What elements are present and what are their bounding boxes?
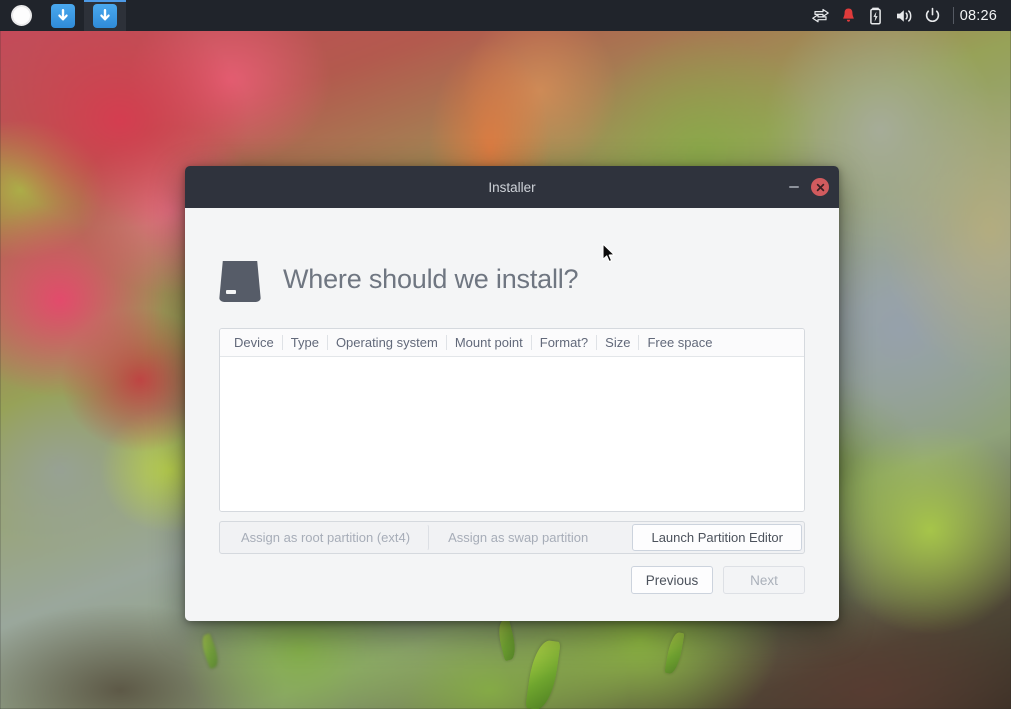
navigation-buttons: Previous Next — [631, 566, 805, 594]
window-titlebar[interactable]: Installer — [185, 166, 839, 208]
partition-table[interactable]: Device Type Operating system Mount point… — [219, 328, 805, 512]
partition-toolbar: Assign as root partition (ext4) Assign a… — [219, 521, 805, 554]
panel-launcher-area — [0, 0, 126, 31]
next-button[interactable]: Next — [723, 566, 805, 594]
minimize-button[interactable] — [787, 180, 801, 194]
page-header: Where should we install? — [219, 208, 805, 328]
hard-drive-icon — [219, 257, 261, 302]
installer-window: Installer Where should we install? Devic… — [185, 166, 839, 621]
download-icon — [51, 3, 75, 28]
hard-drive-icon-body — [219, 261, 261, 302]
system-tray: 08:26 — [806, 0, 1011, 31]
window-controls — [787, 166, 829, 208]
download-icon — [93, 3, 117, 28]
panel-spacer — [126, 0, 807, 31]
table-header-row: Device Type Operating system Mount point… — [220, 329, 804, 357]
window-title: Installer — [488, 179, 536, 195]
notification-bell-icon[interactable] — [835, 0, 863, 31]
network-transfer-icon[interactable] — [807, 0, 835, 31]
clock[interactable]: 08:26 — [960, 8, 1007, 24]
column-header-size[interactable]: Size — [597, 335, 638, 350]
power-icon[interactable] — [919, 0, 947, 31]
desktop-screen: 08:26 Installer Where should we install?… — [0, 0, 1011, 709]
column-header-format[interactable]: Format? — [532, 335, 596, 350]
tray-divider — [952, 7, 954, 24]
installer-content: Where should we install? Device Type Ope… — [185, 208, 839, 621]
column-header-operating-system[interactable]: Operating system — [328, 335, 446, 350]
column-header-device[interactable]: Device — [226, 335, 282, 350]
launch-partition-editor-button[interactable]: Launch Partition Editor — [632, 524, 802, 551]
top-panel: 08:26 — [0, 0, 1011, 31]
hard-drive-icon-notch — [226, 290, 236, 294]
assign-swap-partition-button[interactable]: Assign as swap partition — [429, 524, 607, 551]
column-header-type[interactable]: Type — [283, 335, 327, 350]
assign-root-partition-button[interactable]: Assign as root partition (ext4) — [222, 524, 430, 551]
volume-icon[interactable] — [891, 0, 919, 31]
battery-charging-icon[interactable] — [863, 0, 891, 31]
column-header-free-space[interactable]: Free space — [639, 335, 720, 350]
minimize-icon — [789, 186, 799, 188]
taskbar-item-installer-1[interactable] — [42, 0, 84, 31]
table-body[interactable] — [220, 357, 804, 511]
taskbar-item-installer-2[interactable] — [84, 0, 126, 31]
close-button[interactable] — [811, 178, 829, 196]
app-circle-icon — [10, 5, 32, 26]
close-icon — [816, 183, 824, 191]
previous-button[interactable]: Previous — [631, 566, 713, 594]
page-title: Where should we install? — [283, 264, 579, 294]
column-header-mount-point[interactable]: Mount point — [447, 335, 531, 350]
app-circle-button[interactable] — [0, 0, 42, 31]
